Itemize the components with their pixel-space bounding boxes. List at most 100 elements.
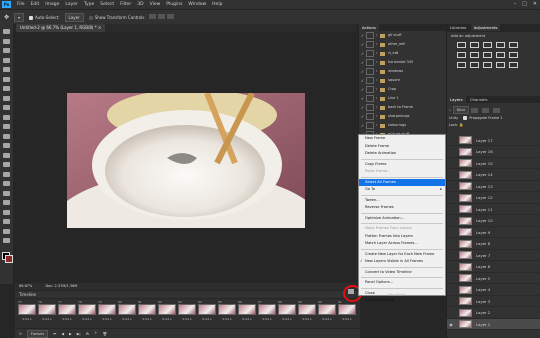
action-set-item[interactable]: ✓ › Line 1: [359, 94, 446, 103]
check-icon[interactable]: ✓: [359, 85, 366, 94]
timeline-frame[interactable]: 85 0.04 s: [218, 300, 236, 325]
filter-type-icon[interactable]: [492, 107, 500, 113]
check-icon[interactable]: ✓: [359, 121, 366, 130]
layer-row[interactable]: Layer 13: [447, 181, 540, 192]
frame-delay[interactable]: 0.04 s: [78, 317, 96, 321]
tab-actions[interactable]: Actions: [359, 24, 379, 31]
menu-item-tween[interactable]: Tween...: [359, 197, 445, 205]
timeline-frame[interactable]: 78 0.04 s: [78, 300, 96, 325]
frame-delay[interactable]: 0.04 s: [138, 317, 156, 321]
timeline-frame[interactable]: 91 0.04 s: [338, 300, 356, 325]
menu-item-flatten-frames-into-layers[interactable]: Flatten Frames Into Layers: [359, 233, 445, 241]
clone-stamp-tool-icon[interactable]: [3, 124, 10, 129]
check-icon[interactable]: ✓: [359, 58, 366, 67]
hue-saturation-icon[interactable]: [457, 52, 466, 58]
action-set-item[interactable]: ✓ › horizontal 345: [359, 58, 446, 67]
frame-tool-icon[interactable]: [3, 86, 10, 91]
dialog-toggle-icon[interactable]: [366, 32, 374, 39]
align-right-icon[interactable]: [167, 14, 175, 19]
lock-icon[interactable]: 🔒: [459, 123, 463, 127]
layer-row[interactable]: Layer 12: [447, 193, 540, 204]
frame-delay[interactable]: 0.04 s: [178, 317, 196, 321]
quick-select-tool-icon[interactable]: [3, 67, 10, 72]
minimize-button[interactable]: –: [514, 1, 517, 7]
menu-item-delete-animation[interactable]: Delete Animation: [359, 150, 445, 158]
close-window-button[interactable]: ✕: [533, 1, 537, 7]
timeline-frame[interactable]: 88 0.04 s: [278, 300, 296, 325]
marquee-tool-icon[interactable]: [3, 48, 10, 53]
first-frame-button[interactable]: ⏮: [53, 332, 56, 336]
timeline-frame[interactable]: 90 0.04 s: [318, 300, 336, 325]
timeline-frame[interactable]: 82 0.04 s: [158, 300, 176, 325]
brightness-contrast-icon[interactable]: [457, 42, 466, 48]
menu-image[interactable]: Image: [42, 2, 62, 7]
zoom-level[interactable]: 66.67%: [19, 284, 32, 288]
dialog-toggle-icon[interactable]: [366, 68, 374, 75]
artboard-tool-icon[interactable]: [3, 38, 10, 44]
layer-row[interactable]: Layer 9: [447, 227, 540, 238]
color-balance-icon[interactable]: [470, 52, 479, 58]
check-icon[interactable]: ✓: [359, 31, 366, 40]
dialog-toggle-icon[interactable]: [366, 50, 374, 57]
dialog-toggle-icon[interactable]: [366, 86, 374, 93]
menu-item-create-new-layer-for-each-new-frame[interactable]: Create New Layer for Each New Frame: [359, 251, 445, 259]
propagate-frame-label[interactable]: Propagate Frame 1: [469, 116, 502, 120]
layer-row[interactable]: Layer 7: [447, 250, 540, 261]
tool-preset-dropdown[interactable]: ▾: [14, 12, 25, 22]
layer-row[interactable]: Layer 4: [447, 285, 540, 296]
tab-adjustments[interactable]: Adjustments: [470, 24, 501, 31]
black-white-icon[interactable]: [483, 52, 492, 58]
auto-select-dropdown[interactable]: Layer: [64, 12, 84, 22]
timeline-frame[interactable]: 76 0.04 s: [38, 300, 56, 325]
play-button[interactable]: ▶: [69, 332, 72, 336]
close-tab-icon[interactable]: ×: [98, 25, 101, 30]
tween-button[interactable]: ⁂: [86, 332, 90, 336]
menu-item-copy-frame[interactable]: Copy Frame: [359, 161, 445, 169]
action-set-item[interactable]: ✓ › Crop: [359, 85, 446, 94]
menu-item-new-layers-visible-in-all-frames[interactable]: ✓ New Layers Visible in All Frames: [359, 258, 445, 266]
menu-item-close-tab-group[interactable]: Close Tab Group: [359, 297, 445, 305]
menu-3d[interactable]: 3D: [134, 2, 146, 7]
menu-item-match-layer-across-frames[interactable]: Match Layer Across Frames...: [359, 240, 445, 248]
curves-icon[interactable]: [483, 42, 492, 48]
layer-row[interactable]: Layer 14: [447, 170, 540, 181]
layer-row[interactable]: Layer 16: [447, 147, 540, 158]
pen-tool-icon[interactable]: [3, 181, 10, 186]
menu-layer[interactable]: Layer: [62, 2, 81, 7]
check-icon[interactable]: ✓: [359, 49, 366, 58]
frame-delay[interactable]: 0.04 s: [38, 317, 56, 321]
action-set-item[interactable]: ✓ › colourings: [359, 121, 446, 130]
layer-row[interactable]: Layer 11: [447, 204, 540, 215]
menu-file[interactable]: File: [14, 2, 28, 7]
menu-item-panel-options[interactable]: Panel Options...: [359, 279, 445, 287]
filter-pixel-icon[interactable]: [470, 107, 478, 113]
action-set-item[interactable]: ✓ › rt_edt: [359, 49, 446, 58]
menu-type[interactable]: Type: [81, 2, 97, 7]
tab-channels[interactable]: Channels: [467, 96, 491, 103]
menu-item-delete-frame[interactable]: Delete Frame: [359, 143, 445, 151]
filter-adjustment-icon[interactable]: [481, 107, 489, 113]
frame-delay[interactable]: 0.04 s: [278, 317, 296, 321]
timeline-frame[interactable]: 86 0.04 s: [238, 300, 256, 325]
more-tool-icon[interactable]: [3, 238, 10, 243]
document-tab[interactable]: Untitled-2 @ 66.7% (Layer 1, RGB/8) * ×: [16, 24, 106, 32]
gradient-map-icon[interactable]: [496, 62, 505, 68]
threshold-icon[interactable]: [483, 62, 492, 68]
menu-item-go-to[interactable]: Go To ▸: [359, 186, 445, 194]
move-tool-icon[interactable]: ✥: [4, 14, 9, 21]
layer-row[interactable]: ◉ Layer 1: [447, 319, 540, 330]
check-icon[interactable]: ✓: [359, 94, 366, 103]
next-frame-button[interactable]: ▶|: [77, 332, 81, 336]
layer-row[interactable]: Layer 2: [447, 308, 540, 319]
frame-delay[interactable]: 0.04 s: [338, 317, 356, 321]
crop-tool-icon[interactable]: [3, 76, 10, 82]
menu-edit[interactable]: Edit: [28, 2, 43, 7]
layer-row[interactable]: Layer 10: [447, 216, 540, 227]
menu-window[interactable]: Window: [185, 2, 209, 7]
menu-item-reverse-frames[interactable]: Reverse Frames: [359, 204, 445, 212]
dialog-toggle-icon[interactable]: [366, 104, 374, 111]
timeline-frame[interactable]: 80 0.04 s: [118, 300, 136, 325]
photo-filter-icon[interactable]: [496, 52, 505, 58]
timeline-frame[interactable]: 83 0.04 s: [178, 300, 196, 325]
invert-icon[interactable]: [457, 62, 466, 68]
